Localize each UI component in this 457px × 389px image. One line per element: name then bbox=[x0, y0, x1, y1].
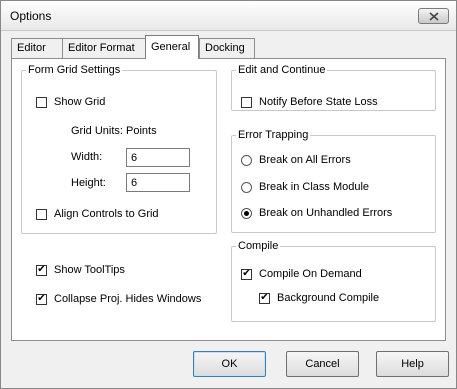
close-icon bbox=[428, 11, 439, 21]
tab-editor[interactable]: Editor bbox=[11, 38, 63, 58]
cancel-button[interactable]: Cancel bbox=[286, 351, 359, 377]
align-controls-box[interactable] bbox=[36, 208, 47, 220]
checkmark-icon: ✔ bbox=[260, 292, 269, 303]
show-tooltips-label: Show ToolTips bbox=[54, 264, 125, 276]
show-grid-label: Show Grid bbox=[54, 96, 106, 108]
general-tab-panel: Form Grid Settings Show Grid Grid Units:… bbox=[11, 58, 446, 341]
width-field[interactable] bbox=[126, 148, 190, 167]
show-tooltips-checkbox[interactable]: ✔ Show ToolTips bbox=[36, 264, 125, 276]
notify-state-loss-label: Notify Before State Loss bbox=[259, 96, 378, 108]
compile-on-demand-box[interactable]: ✔ bbox=[241, 268, 252, 280]
tab-docking[interactable]: Docking bbox=[199, 38, 255, 58]
edit-and-continue-legend: Edit and Continue bbox=[236, 64, 328, 76]
checkmark-icon: ✔ bbox=[242, 268, 251, 279]
align-controls-label: Align Controls to Grid bbox=[54, 208, 159, 220]
radio-break-unhandled-errors-label: Break on Unhandled Errors bbox=[259, 207, 393, 219]
radio-break-all-errors-circle[interactable] bbox=[241, 154, 252, 166]
options-dialog: Options Editor Editor Format General Doc… bbox=[0, 0, 457, 389]
collapse-proj-box[interactable]: ✔ bbox=[36, 293, 47, 305]
notify-state-loss-checkbox[interactable]: Notify Before State Loss bbox=[241, 96, 378, 108]
grid-units-label: Grid Units: Points bbox=[71, 125, 157, 137]
show-grid-checkbox[interactable]: Show Grid bbox=[36, 96, 105, 108]
radio-break-class-module[interactable]: Break in Class Module bbox=[241, 181, 369, 193]
collapse-proj-label: Collapse Proj. Hides Windows bbox=[54, 293, 202, 305]
error-trapping-legend: Error Trapping bbox=[236, 129, 311, 141]
background-compile-box[interactable]: ✔ bbox=[259, 292, 270, 304]
notify-state-loss-box[interactable] bbox=[241, 96, 252, 108]
radio-break-class-module-circle[interactable] bbox=[241, 181, 252, 193]
show-tooltips-box[interactable]: ✔ bbox=[36, 264, 47, 276]
height-field[interactable] bbox=[126, 173, 190, 192]
checkmark-icon: ✔ bbox=[37, 264, 46, 275]
compile-legend: Compile bbox=[236, 240, 281, 252]
form-grid-settings-legend: Form Grid Settings bbox=[26, 64, 123, 76]
compile-group: Compile bbox=[231, 240, 436, 322]
radio-break-unhandled-errors[interactable]: Break on Unhandled Errors bbox=[241, 207, 392, 219]
radio-selected-dot bbox=[244, 210, 249, 216]
close-button[interactable] bbox=[418, 8, 449, 24]
checkmark-icon: ✔ bbox=[37, 293, 46, 304]
radio-break-all-errors-label: Break on All Errors bbox=[259, 154, 351, 166]
show-grid-box[interactable] bbox=[36, 96, 47, 108]
tab-general[interactable]: General bbox=[145, 35, 199, 59]
collapse-proj-checkbox[interactable]: ✔ Collapse Proj. Hides Windows bbox=[36, 293, 201, 305]
window-title: Options bbox=[10, 9, 52, 23]
background-compile-label: Background Compile bbox=[277, 292, 380, 304]
compile-on-demand-label: Compile On Demand bbox=[259, 268, 362, 280]
background-compile-checkbox[interactable]: ✔ Background Compile bbox=[259, 292, 379, 304]
radio-break-all-errors[interactable]: Break on All Errors bbox=[241, 154, 351, 166]
title-bar: Options bbox=[1, 1, 456, 31]
width-label: Width: bbox=[71, 151, 103, 163]
height-label: Height: bbox=[71, 177, 106, 189]
compile-on-demand-checkbox[interactable]: ✔ Compile On Demand bbox=[241, 268, 362, 280]
tab-editor-format[interactable]: Editor Format bbox=[62, 38, 146, 58]
radio-break-class-module-label: Break in Class Module bbox=[259, 181, 370, 193]
ok-button[interactable]: OK bbox=[193, 351, 266, 377]
radio-break-unhandled-errors-circle[interactable] bbox=[241, 207, 252, 219]
help-button[interactable]: Help bbox=[376, 351, 449, 377]
align-controls-checkbox[interactable]: Align Controls to Grid bbox=[36, 208, 159, 220]
